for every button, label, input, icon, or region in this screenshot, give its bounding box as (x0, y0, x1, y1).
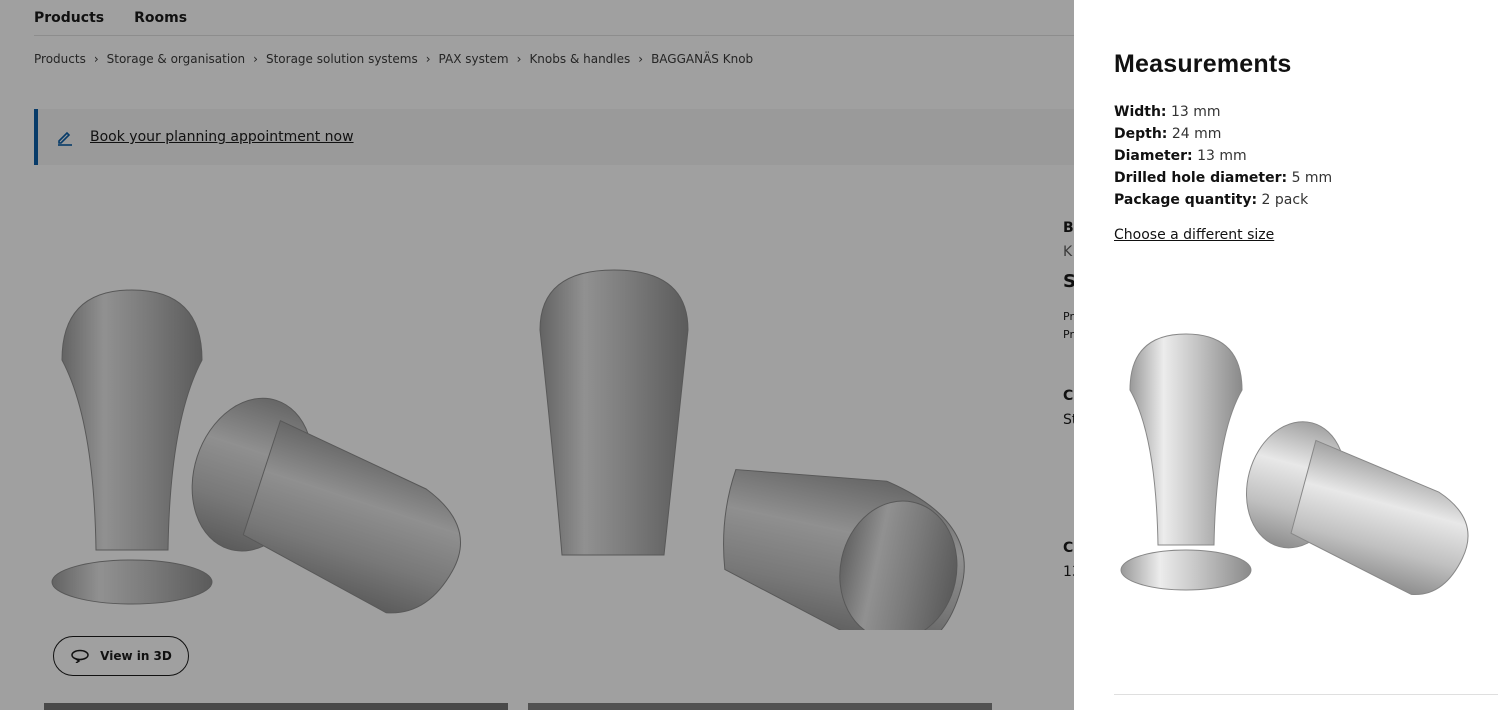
drawer-divider (1114, 694, 1498, 695)
spec-drilled-hole: Drilled hole diameter: 5 mm (1114, 167, 1332, 189)
spec-diameter: Diameter: 13 mm (1114, 145, 1332, 167)
spec-value: 13 mm (1197, 148, 1247, 164)
spec-value: 2 pack (1261, 192, 1309, 208)
spec-depth: Depth: 24 mm (1114, 123, 1332, 145)
spec-label: Depth: (1114, 126, 1168, 142)
drawer-title: Measurements (1114, 50, 1292, 78)
spec-label: Package quantity: (1114, 192, 1258, 208)
drawer-product-image (1120, 333, 1469, 595)
choose-different-size-link[interactable]: Choose a different size (1114, 227, 1274, 243)
spec-value: 24 mm (1171, 126, 1222, 142)
spec-label: Diameter: (1114, 148, 1193, 164)
modal-backdrop[interactable] (0, 0, 1074, 710)
spec-label: Width: (1114, 104, 1167, 120)
spec-value: 13 mm (1170, 104, 1221, 120)
spec-value: 5 mm (1291, 170, 1333, 186)
spec-width: Width: 13 mm (1114, 101, 1332, 123)
spec-package-qty: Package quantity: 2 pack (1114, 189, 1332, 211)
spec-label: Drilled hole diameter: (1114, 170, 1288, 186)
measurements-drawer: Measurements Width: 13 mm Depth: 24 mm D… (1074, 0, 1508, 710)
measurements-list: Width: 13 mm Depth: 24 mm Diameter: 13 m… (1114, 101, 1332, 211)
